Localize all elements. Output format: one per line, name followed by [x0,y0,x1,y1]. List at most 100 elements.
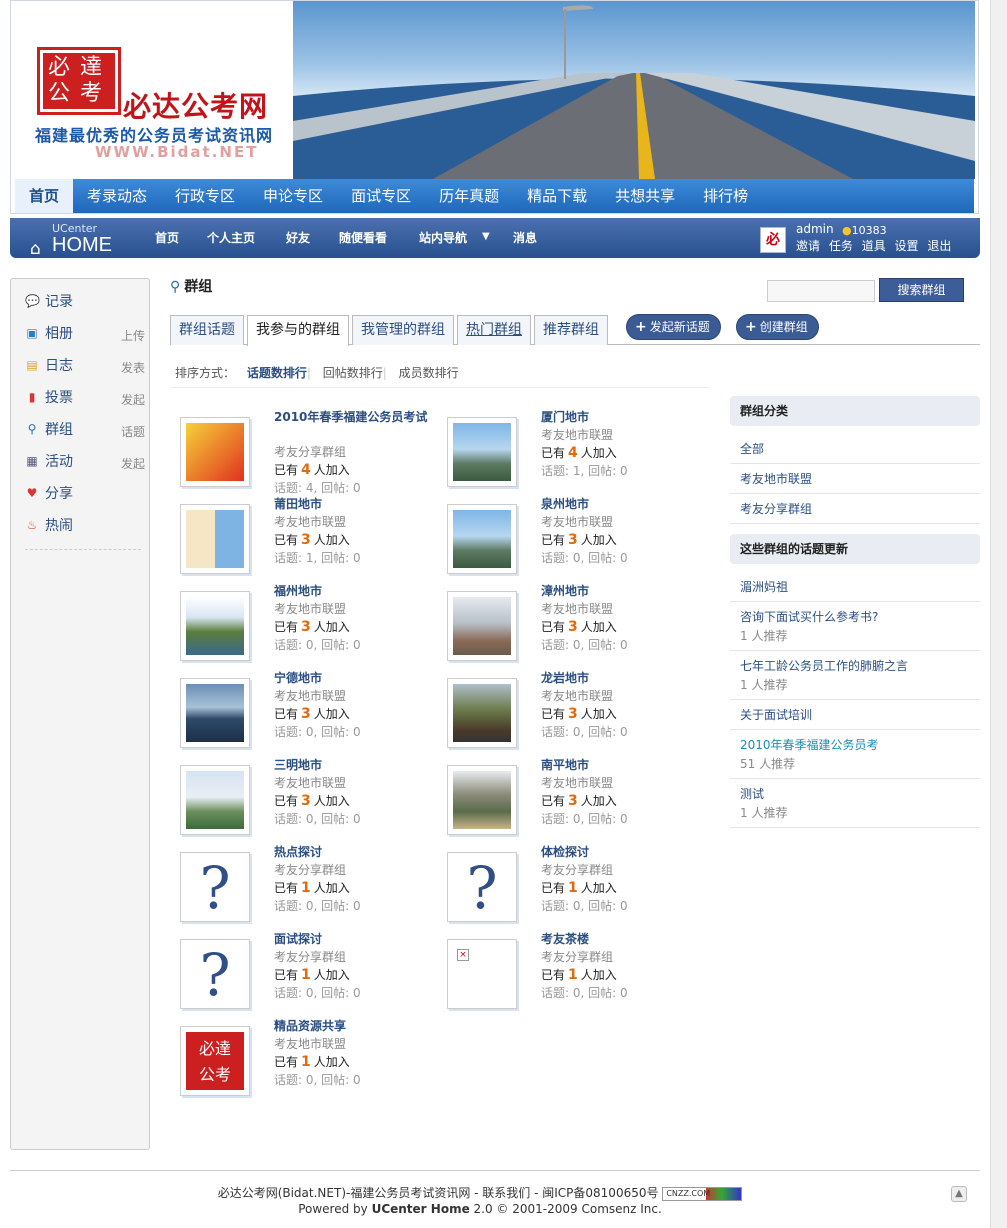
sort-by-replies[interactable]: 回帖数排行 [323,366,383,380]
group-name[interactable]: 宁德地市 [274,670,434,687]
group-thumbnail[interactable] [180,591,250,661]
tab-managed-groups[interactable]: 我管理的群组 [352,315,454,345]
topic-update-title[interactable]: 2010年春季福建公务员考 [740,738,879,752]
sidebar-item-6[interactable]: ♥ 分享 [25,483,145,505]
sidebar-item-label[interactable]: 活动 [45,451,73,471]
group-thumbnail[interactable] [447,591,517,661]
group-thumbnail[interactable] [180,678,250,748]
group-thumbnail[interactable] [180,765,250,835]
category-item[interactable]: 考友地市联盟 [730,464,980,494]
sidebar-item-label[interactable]: 群组 [45,419,73,439]
tab-recommended-groups[interactable]: 推荐群组 [534,315,608,345]
group-name[interactable]: 2010年春季福建公务员考试 [274,409,434,426]
group-thumbnail[interactable]: × [447,939,517,1009]
group-thumbnail[interactable]: ? [180,939,250,1009]
nav-sharing[interactable]: 共想共享 [601,179,689,213]
search-groups-button[interactable]: 搜索群组 [879,278,964,302]
nav-ranking[interactable]: 排行榜 [689,179,762,213]
group-name[interactable]: 龙岩地市 [541,670,701,687]
sidebar-item-label[interactable]: 日志 [45,355,73,375]
tab-hot-groups[interactable]: 热门群组 [457,315,531,345]
topic-update-title[interactable]: 测试 [740,787,764,801]
chevron-down-icon[interactable]: ▼ [482,231,490,242]
tasks-link[interactable]: 任务 [829,239,853,253]
group-thumbnail[interactable] [447,417,517,487]
back-to-top-icon[interactable]: ▲ [951,1186,967,1202]
powered-brand[interactable]: UCenter Home [372,1202,470,1216]
group-thumbnail[interactable] [180,417,250,487]
settings-link[interactable]: 设置 [895,239,919,253]
topic-update-title[interactable]: 关于面试培训 [740,708,812,722]
nav-home[interactable]: 首页 [15,179,74,213]
tab-group-topics[interactable]: 群组话题 [170,315,244,345]
group-name[interactable]: 体检探讨 [541,844,701,861]
sidebar-item-action[interactable]: 发起 [121,391,145,408]
group-name[interactable]: 热点探讨 [274,844,434,861]
topnav-messages[interactable]: 消息 [513,229,537,246]
group-name[interactable]: 福州地市 [274,583,434,600]
sidebar-item-2[interactable]: ▤ 日志 发表 [25,355,145,377]
category-item[interactable]: 全部 [730,434,980,464]
topic-update-title[interactable]: 咨询下面试买什么参考书? [740,610,878,624]
invite-link[interactable]: 邀请 [796,239,820,253]
sidebar-item-4[interactable]: ⚲ 群组 话题 [25,419,145,441]
sidebar-item-5[interactable]: ▦ 活动 发起 [25,451,145,473]
logout-link[interactable]: 退出 [927,239,951,253]
sidebar-item-label[interactable]: 投票 [45,387,73,407]
search-input[interactable] [767,280,875,302]
cnzz-badge[interactable]: CNZZ.COM [662,1186,743,1201]
group-thumbnail[interactable] [447,765,517,835]
group-thumbnail[interactable] [447,678,517,748]
group-name[interactable]: 南平地市 [541,757,701,774]
nav-downloads[interactable]: 精品下载 [513,179,601,213]
sidebar-item-7[interactable]: ♨ 热闹 [25,515,145,537]
sidebar-item-0[interactable]: 💬 记录 [25,291,145,313]
category-item[interactable]: 考友分享群组 [730,494,980,524]
group-name[interactable]: 泉州地市 [541,496,701,513]
username-link[interactable]: admin [796,222,834,236]
group-name[interactable]: 漳州地市 [541,583,701,600]
topnav-home[interactable]: 首页 [155,229,179,246]
nav-news[interactable]: 考录动态 [73,179,161,213]
group-name[interactable]: 面试探讨 [274,931,434,948]
props-link[interactable]: 道具 [862,239,886,253]
topic-update-title[interactable]: 湄洲妈祖 [740,580,788,594]
new-topic-button[interactable]: + 发起新话题 [626,314,721,340]
topnav-friends[interactable]: 好友 [286,229,310,246]
sidebar-item-1[interactable]: ▣ 相册 上传 [25,323,145,345]
group-thumbnail[interactable] [180,504,250,574]
nav-past-exams[interactable]: 历年真题 [425,179,513,213]
topnav-site-nav[interactable]: 站内导航 [419,229,467,246]
sidebar-item-action[interactable]: 话题 [121,423,145,440]
group-thumbnail[interactable]: ? [180,852,250,922]
sort-by-members[interactable]: 成员数排行 [399,366,459,380]
scrollbar[interactable] [990,0,1007,1228]
avatar[interactable]: 必 [760,227,786,253]
nav-interview-zone[interactable]: 面试专区 [337,179,425,213]
sidebar-item-action[interactable]: 发起 [121,455,145,472]
nav-admin-zone[interactable]: 行政专区 [161,179,249,213]
sidebar-item-3[interactable]: ▮ 投票 发起 [25,387,145,409]
sidebar-item-label[interactable]: 记录 [45,291,73,311]
topnav-browse[interactable]: 随便看看 [339,229,387,246]
group-thumbnail[interactable]: 必達 公考 [180,1026,250,1096]
group-name[interactable]: 精品资源共享 [274,1018,434,1035]
group-name[interactable]: 考友茶楼 [541,931,701,948]
sort-by-topics[interactable]: 话题数排行 [247,366,307,380]
sidebar-item-action[interactable]: 上传 [121,327,145,344]
group-name[interactable]: 厦门地市 [541,409,701,426]
group-name[interactable]: 三明地市 [274,757,434,774]
group-thumbnail[interactable]: ? [447,852,517,922]
topnav-profile[interactable]: 个人主页 [207,229,255,246]
topic-update-title[interactable]: 七年工龄公务员工作的肺腑之言 [740,659,908,673]
nav-essay-zone[interactable]: 申论专区 [249,179,337,213]
group-name[interactable]: 莆田地市 [274,496,434,513]
sidebar-item-label[interactable]: 相册 [45,323,73,343]
site-logo[interactable]: 必 達 公 考 必达公考网 福建最优秀的公务员考试资讯网 WWW.Bidat.N… [11,1,293,179]
group-thumbnail[interactable] [447,504,517,574]
tab-my-groups[interactable]: 我参与的群组 [247,315,349,346]
sidebar-item-action[interactable]: 发表 [121,359,145,376]
create-group-button[interactable]: + 创建群组 [736,314,819,340]
sidebar-item-label[interactable]: 热闹 [45,515,73,535]
sidebar-item-label[interactable]: 分享 [45,483,73,503]
